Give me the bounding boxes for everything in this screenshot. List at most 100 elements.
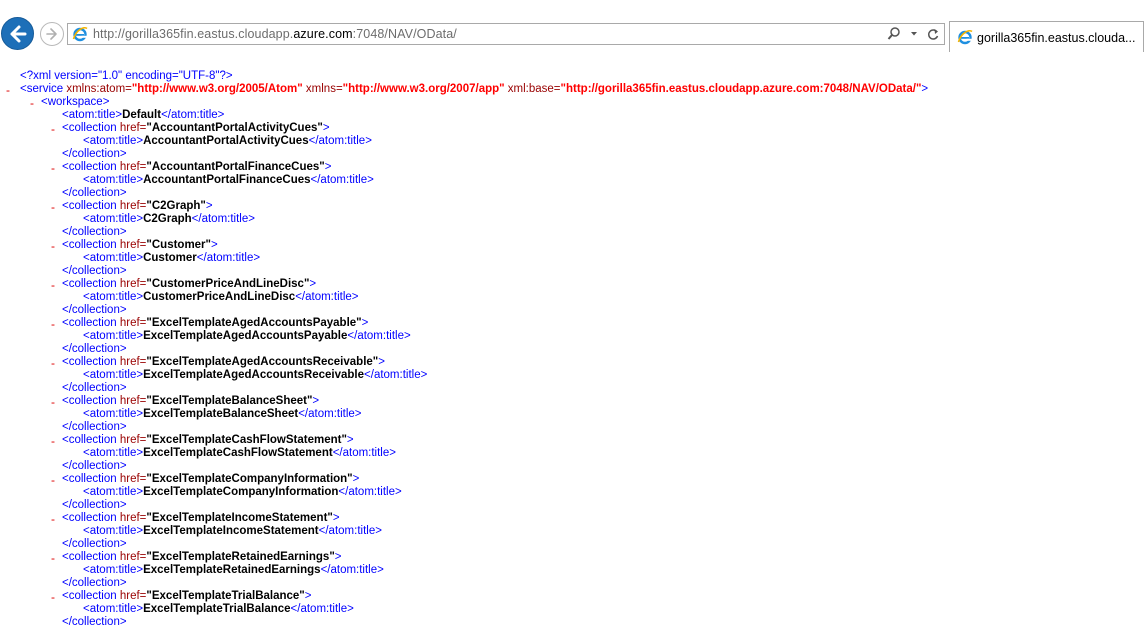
href-attr-value: "ExcelTemplateRetainedEarnings" — [146, 551, 335, 563]
collection-title-text: ExcelTemplateCashFlowStatement — [143, 447, 333, 459]
collection-collapse-toggle[interactable]: - — [51, 278, 55, 292]
forward-button[interactable] — [40, 22, 64, 46]
xml-declaration: <?xml version="1.0" encoding="UTF-8"?> — [20, 70, 233, 83]
collection-collapse-toggle[interactable]: - — [51, 434, 55, 448]
xml-declaration-text: <?xml version="1.0" encoding="UTF-8"?> — [20, 70, 233, 82]
search-dropdown-icon[interactable] — [910, 26, 918, 47]
collection-collapse-toggle[interactable]: - — [51, 395, 55, 409]
collection-tag: <collection — [62, 161, 117, 173]
collection-collapse-toggle[interactable]: - — [51, 239, 55, 253]
href-attr-name: href= — [116, 395, 147, 407]
collection-open-line: <collection href="ExcelTemplateCashFlowS… — [62, 434, 354, 447]
gt: > — [354, 408, 362, 420]
collection-title-text: C2Graph — [143, 213, 192, 225]
address-bar[interactable]: http://gorilla365fin.eastus.cloudapp.azu… — [67, 23, 945, 45]
atom-title-close: </atom:title — [161, 109, 218, 121]
href-attr-name: href= — [116, 161, 147, 173]
atom-title-close: </atom:title — [196, 252, 254, 264]
atom-title-close: </atom:title — [320, 564, 378, 576]
collection-title-text: ExcelTemplateAgedAccountsReceivable — [143, 369, 365, 381]
collection-collapse-toggle[interactable]: - — [51, 161, 55, 175]
collection-collapse-toggle[interactable]: - — [51, 590, 55, 604]
collection-open-line: <collection href="AccountantPortalActivi… — [62, 122, 330, 135]
workspace-collapse-toggle[interactable]: - — [30, 96, 34, 110]
workspace-close: > — [102, 96, 110, 108]
gt: > — [119, 226, 127, 238]
service-collapse-toggle[interactable]: - — [6, 83, 10, 97]
tab-title: gorilla365fin.eastus.clouda... — [977, 31, 1136, 45]
collection-title-text: ExcelTemplateBalanceSheet — [143, 408, 299, 420]
href-attr-name: href= — [116, 356, 147, 368]
collection-collapse-toggle[interactable]: - — [51, 551, 55, 565]
forward-arrow-icon — [46, 28, 57, 40]
gt: > — [322, 122, 330, 134]
collection-close-line: </collection> — [62, 187, 127, 200]
collection-title-text: AccountantPortalActivityCues — [143, 135, 309, 147]
href-attr-name: href= — [116, 278, 147, 290]
collection-close-line: </collection> — [62, 538, 127, 551]
collection-close-line: </collection> — [62, 382, 127, 395]
service-tag: <service — [20, 83, 64, 95]
gt: > — [377, 564, 384, 576]
url-domain: azure.com — [293, 27, 353, 41]
ie-logo-icon — [72, 27, 88, 42]
collection-close-line: </collection> — [62, 343, 127, 356]
url-text[interactable]: http://gorilla365fin.eastus.cloudapp.azu… — [93, 27, 457, 41]
collection-open-line: <collection href="ExcelTemplateAgedAccou… — [62, 356, 385, 369]
href-attr-value: "ExcelTemplateAgedAccountsPayable" — [146, 317, 362, 329]
collection-open-line: <collection href="ExcelTemplateTrialBala… — [62, 590, 311, 603]
collection-collapse-toggle[interactable]: - — [51, 512, 55, 526]
href-attr-value: "ExcelTemplateIncomeStatement" — [146, 512, 333, 524]
workspace-tag: <workspace — [41, 96, 103, 108]
gt: > — [119, 265, 127, 277]
href-attr-value: "Customer" — [146, 239, 211, 251]
collection-collapse-toggle[interactable]: - — [51, 356, 55, 370]
gt: > — [324, 161, 332, 173]
href-attr-value: "ExcelTemplateCashFlowStatement" — [146, 434, 347, 446]
collection-close-tag: </collection — [62, 616, 120, 628]
atom-title-open: <atom:title — [83, 213, 137, 225]
gt: > — [361, 317, 369, 329]
refresh-icon[interactable] — [926, 26, 940, 47]
collection-title-text: ExcelTemplateAgedAccountsPayable — [143, 330, 348, 342]
collection-close-tag: </collection — [62, 499, 120, 511]
href-attr-name: href= — [116, 317, 147, 329]
gt: > — [119, 148, 127, 160]
gt: > — [367, 174, 374, 186]
collection-title-line: <atom:title > ExcelTemplateRetainedEarning… — [83, 564, 384, 577]
collection-close-line: </collection> — [62, 304, 127, 317]
collection-collapse-toggle[interactable]: - — [51, 317, 55, 331]
collection-close-tag: </collection — [62, 538, 120, 550]
atom-title-open: <atom:title — [83, 603, 137, 615]
gt: > — [217, 109, 225, 121]
collection-close-line: </collection> — [62, 460, 127, 473]
collection-tag: <collection — [62, 122, 117, 134]
atom-title-open: <atom:title — [83, 291, 137, 303]
gt: > — [119, 343, 127, 355]
browser-tab[interactable]: gorilla365fin.eastus.clouda... — [949, 21, 1144, 52]
gt: > — [378, 356, 385, 368]
gt: > — [119, 460, 127, 472]
collection-close-line: </collection> — [62, 577, 127, 590]
href-attr-name: href= — [116, 434, 147, 446]
atom-title-open: <atom:title — [83, 369, 137, 381]
href-attr-value: "CustomerPriceAndLineDisc" — [146, 278, 310, 290]
service-attr-base-value: "http://gorilla365fin.eastus.cloudapp.az… — [560, 83, 922, 95]
collection-tag: <collection — [62, 434, 117, 446]
collection-title-line: <atom:title > AccountantPortalActivityCues… — [83, 135, 372, 148]
back-button[interactable] — [1, 17, 34, 50]
gt: > — [334, 551, 342, 563]
collection-title-text: Customer — [143, 252, 197, 264]
collection-tag: <collection — [62, 278, 117, 290]
collection-close-tag: </collection — [62, 460, 120, 472]
collection-collapse-toggle[interactable]: - — [51, 122, 55, 136]
workspace-title-text: Default — [122, 109, 162, 121]
collection-tag: <collection — [62, 239, 117, 251]
atom-title-close: </atom:title — [308, 135, 366, 147]
search-icon[interactable] — [887, 26, 901, 47]
collection-collapse-toggle[interactable]: - — [51, 473, 55, 487]
collection-collapse-toggle[interactable]: - — [51, 200, 55, 214]
atom-title-open: <atom:title — [83, 174, 137, 186]
atom-title-open: <atom:title — [83, 252, 137, 264]
gt: > — [351, 291, 359, 303]
